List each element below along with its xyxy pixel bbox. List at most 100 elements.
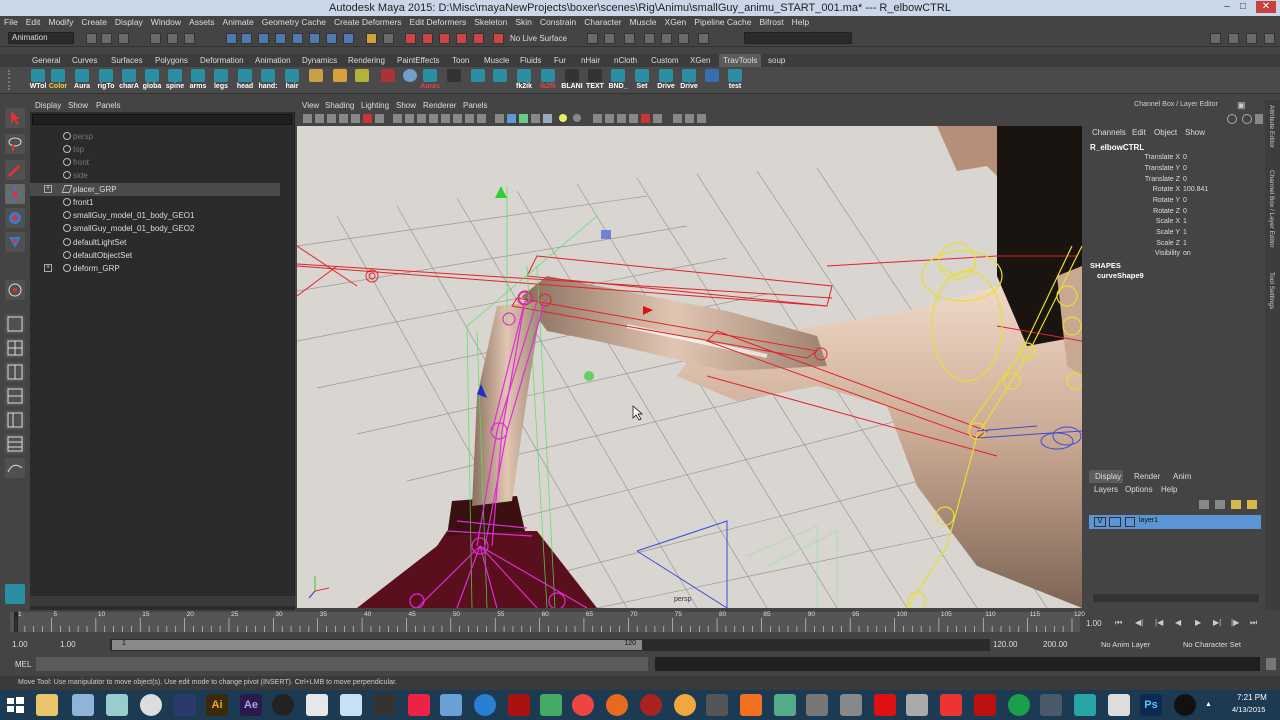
app-icon-9[interactable] — [508, 694, 530, 716]
show-layer-editor-icon[interactable] — [1264, 33, 1275, 44]
filezilla-icon[interactable] — [974, 694, 996, 716]
chrome-icon[interactable] — [572, 694, 594, 716]
app-icon-18[interactable] — [1040, 694, 1062, 716]
ipr-render-icon[interactable] — [644, 33, 655, 44]
select-tool-icon[interactable] — [5, 108, 25, 128]
shelf-tab-fluids[interactable]: Fluids — [520, 56, 541, 65]
app-icon-14[interactable] — [806, 694, 828, 716]
step-forward-frame-icon[interactable]: ▶| — [1213, 618, 1221, 627]
shelf-button-head[interactable]: head — [235, 69, 255, 91]
shelf-tab-surfaces[interactable]: Surfaces — [111, 56, 143, 65]
channels-menu[interactable]: Channels — [1092, 128, 1126, 137]
outliner-row[interactable]: defaultObjectSet — [30, 249, 280, 262]
shelf-tab-travtools[interactable]: TravTools — [719, 54, 762, 67]
app-icon-8[interactable] — [474, 694, 496, 716]
select-by-curve-icon[interactable] — [258, 33, 269, 44]
start-button[interactable] — [4, 694, 26, 716]
vlc-icon[interactable] — [740, 694, 762, 716]
layer-tab-render[interactable]: Render — [1134, 472, 1160, 481]
shelf-tab-fur[interactable]: Fur — [554, 56, 566, 65]
show-tool-settings-icon[interactable] — [1228, 33, 1239, 44]
menu-constrain[interactable]: Constrain — [536, 16, 580, 27]
app-icon-5[interactable] — [340, 694, 362, 716]
outliner-menu-display[interactable]: Display — [35, 101, 61, 110]
attr-scale-y[interactable]: Scale Y1 — [1087, 229, 1265, 240]
attr-translate-y[interactable]: Translate Y0 — [1087, 165, 1265, 176]
render-frame-icon[interactable] — [624, 33, 635, 44]
search-icon[interactable] — [1242, 114, 1252, 124]
shelf-button-spine[interactable]: spine — [165, 69, 185, 91]
menu-bifrost[interactable]: Bifrost — [755, 16, 787, 27]
layer-name[interactable]: layer1 — [1139, 517, 1158, 524]
outliner-search-field[interactable] — [32, 114, 292, 125]
show-menu[interactable]: Show — [1185, 128, 1205, 137]
menu-character[interactable]: Character — [580, 16, 625, 27]
snap-view-plane-icon[interactable] — [456, 33, 467, 44]
shelf-button-extra-4[interactable] — [702, 69, 722, 91]
shelf-tab-ncloth[interactable]: nCloth — [614, 56, 637, 65]
unity-icon[interactable] — [374, 694, 396, 716]
time-slider[interactable]: 1 5 10 15 20 25 30 35 40 45 50 55 60 65 70 75 80 85 90 95 10… — [0, 610, 1280, 636]
shelf-button-extra-1[interactable] — [444, 69, 464, 91]
menu-file[interactable]: File — [0, 16, 22, 27]
end-time-field[interactable]: 200.00 — [1043, 640, 1067, 649]
menu-edit-deformers[interactable]: Edit Deformers — [406, 16, 471, 27]
shelf-button-rigto[interactable]: rigTo — [96, 69, 116, 91]
shelf-button-legs[interactable]: legs — [211, 69, 231, 91]
layer-visibility-toggle[interactable]: V — [1094, 517, 1106, 527]
menu-create-deformers[interactable]: Create Deformers — [330, 16, 406, 27]
shelf-tab-soup[interactable]: soup — [768, 56, 785, 65]
key-icon[interactable] — [1227, 114, 1237, 124]
quick-rename-field[interactable] — [744, 32, 852, 44]
app-icon-13[interactable] — [774, 694, 796, 716]
app-icon-7[interactable] — [440, 694, 462, 716]
menu-pipeline-cache[interactable]: Pipeline Cache — [690, 16, 755, 27]
outliner-row[interactable]: defaultLightSet — [30, 236, 280, 249]
layers-menu[interactable]: Layers — [1094, 485, 1118, 494]
shelf-button-set[interactable]: Set — [632, 69, 652, 91]
shelf-button-drive-2[interactable]: Drive — [679, 69, 699, 91]
render-settings-icon[interactable] — [661, 33, 672, 44]
shelf-button-extra-3[interactable] — [490, 69, 510, 91]
app-icon-11[interactable] — [640, 694, 662, 716]
attr-visibility[interactable]: Visibility on — [1087, 250, 1265, 261]
shelf-tab-xgen[interactable]: XGen — [690, 56, 710, 65]
step-back-key-icon[interactable]: ◀| — [1135, 618, 1143, 627]
command-language-label[interactable]: MEL — [15, 660, 31, 669]
channel-box-tab[interactable]: Channel Box / Layer Editor — [1268, 170, 1275, 248]
app-icon-4[interactable] — [272, 694, 294, 716]
shelf-button-chara[interactable]: charA — [119, 69, 139, 91]
step-back-frame-icon[interactable]: |◀ — [1155, 618, 1163, 627]
viewport-persp[interactable]: persp — [297, 126, 1082, 608]
rotate-tool-icon[interactable] — [5, 208, 25, 228]
snap-grid-icon[interactable] — [405, 33, 416, 44]
shelf-tab-painteffects[interactable]: PaintEffects — [397, 56, 440, 65]
scale-tool-icon[interactable] — [5, 232, 25, 252]
app-icon-10[interactable] — [540, 694, 562, 716]
layer-row[interactable]: V layer1 — [1089, 515, 1261, 529]
shelf-tab-custom[interactable]: Custom — [651, 56, 679, 65]
snap-point-icon[interactable] — [439, 33, 450, 44]
mode-dropdown[interactable]: Animation — [8, 32, 74, 44]
select-by-handle-icon[interactable] — [226, 33, 237, 44]
shelf-custom-tool-icon[interactable] — [5, 584, 25, 604]
download-icon[interactable] — [940, 694, 962, 716]
move-layer-up-icon[interactable] — [1199, 500, 1209, 509]
object-menu[interactable]: Object — [1154, 128, 1177, 137]
viewport-menu-show[interactable]: Show — [396, 101, 416, 110]
highlight-selection-icon[interactable] — [383, 33, 394, 44]
persp-outliner-layout-icon[interactable] — [5, 410, 25, 430]
snap-curve-icon[interactable] — [422, 33, 433, 44]
viewport-menu-panels[interactable]: Panels — [463, 101, 487, 110]
step-forward-key-icon[interactable]: |▶ — [1231, 618, 1239, 627]
maximize-button[interactable]: □ — [1236, 1, 1250, 13]
select-object-icon[interactable] — [167, 33, 178, 44]
current-frame-field[interactable]: 1.00 — [1086, 619, 1102, 628]
app-icon-20[interactable] — [1174, 694, 1196, 716]
play-forwards-icon[interactable]: ▶ — [1195, 618, 1201, 627]
outliner-row[interactable]: smallGuy_model_01_body_GEO1 — [30, 209, 280, 222]
maya-icon[interactable] — [306, 694, 328, 716]
shelf-button-hand[interactable]: hand: — [258, 69, 278, 91]
viewport-menu-renderer[interactable]: Renderer — [423, 101, 456, 110]
viewport-menu-lighting[interactable]: Lighting — [361, 101, 389, 110]
